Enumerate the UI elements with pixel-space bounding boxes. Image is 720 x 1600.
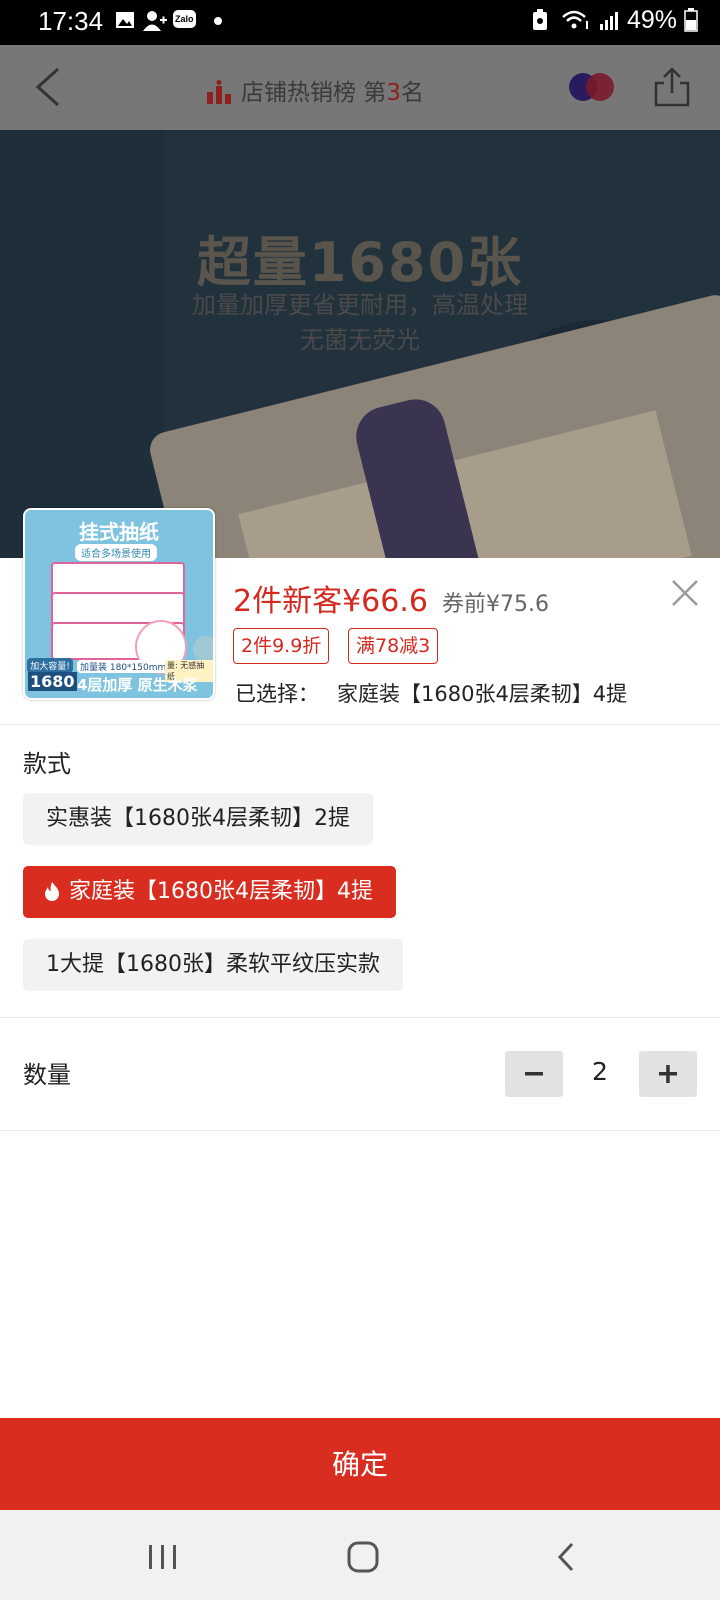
wifi-icon bbox=[562, 10, 589, 29]
selected-summary: 已选择： 家庭装【1680张4层柔韧】4提 bbox=[235, 678, 627, 708]
style-option[interactable]: 实惠装【1680张4层柔韧】2提 bbox=[23, 793, 373, 845]
dot-icon bbox=[214, 17, 222, 25]
price-line: 2件新客¥66.6 券前¥75.6 bbox=[233, 576, 549, 620]
image-icon bbox=[116, 12, 134, 28]
promo-tag: 满78减3 bbox=[348, 628, 439, 664]
divider bbox=[0, 1017, 720, 1018]
hero-subtitle-1: 加量加厚更省更耐用，高温处理 bbox=[192, 291, 528, 319]
quantity-plus-button[interactable] bbox=[639, 1051, 697, 1097]
divider bbox=[0, 724, 720, 725]
product-hero-image: 超量1680张 加量加厚更省更耐用，高温处理 无菌无荧光 bbox=[0, 130, 720, 560]
product-top-nav: 店铺热销榜 第3名 bbox=[0, 45, 720, 130]
promo-tag: 2件9.9折 bbox=[233, 628, 330, 664]
hero-subtitle-2: 无菌无荧光 bbox=[300, 326, 420, 354]
style-option-label: 家庭装【1680张4层柔韧】4提 bbox=[69, 879, 373, 904]
thumb-bottom-text: 4层加厚 原生木浆 bbox=[77, 676, 198, 694]
shop-rank[interactable]: 店铺热销榜 第3名 bbox=[205, 73, 424, 107]
thumb-title: 挂式抽纸 bbox=[79, 520, 159, 544]
style-section-label: 款式 bbox=[23, 750, 71, 778]
style-option-label: 1大提【1680张】柔软平纹压实款 bbox=[46, 952, 380, 977]
divider bbox=[0, 1130, 720, 1131]
rank-number: 3 bbox=[386, 80, 401, 106]
selected-label: 已选择： bbox=[235, 682, 319, 706]
battery-icon bbox=[684, 8, 698, 32]
thumb-size: 加量装 180*150mm bbox=[77, 660, 170, 673]
product-thumbnail[interactable]: 挂式抽纸 适合多场景使用 加大容量! 1680 加量装 180*150mm 量:… bbox=[23, 508, 215, 700]
signal-icon bbox=[600, 12, 619, 30]
price-lead: 2件新客¥66.6 bbox=[233, 584, 428, 619]
quantity-value[interactable]: 2 bbox=[580, 1057, 620, 1086]
system-status: 49% bbox=[532, 6, 698, 35]
back-arrow-icon[interactable] bbox=[30, 65, 70, 109]
plus-icon bbox=[659, 1065, 677, 1083]
battery-percent: 49% bbox=[627, 6, 678, 34]
price-before-coupon: 券前¥75.6 bbox=[441, 592, 549, 617]
rank-icon bbox=[205, 80, 233, 104]
confirm-button[interactable]: 确定 bbox=[0, 1418, 720, 1510]
share-icon[interactable] bbox=[654, 67, 690, 107]
quantity-label: 数量 bbox=[23, 1061, 71, 1089]
system-nav-bar bbox=[0, 1510, 720, 1600]
thumb-subtitle: 适合多场景使用 bbox=[75, 544, 157, 561]
quantity-minus-button[interactable] bbox=[505, 1051, 563, 1097]
back-icon[interactable] bbox=[548, 1540, 588, 1574]
flame-icon bbox=[45, 882, 59, 901]
thumb-badge: 加大容量! bbox=[27, 658, 73, 673]
status-time: 17:34 bbox=[38, 6, 104, 36]
coins-icon[interactable] bbox=[568, 71, 616, 103]
zalo-icon: Zalo bbox=[173, 10, 196, 28]
add-contact-icon bbox=[143, 11, 167, 31]
rank-suffix: 名 bbox=[400, 80, 424, 106]
recent-apps-icon[interactable] bbox=[143, 1540, 183, 1574]
close-icon[interactable] bbox=[670, 578, 700, 608]
style-option[interactable]: 1大提【1680张】柔软平纹压实款 bbox=[23, 939, 403, 991]
battery-saver-icon bbox=[533, 9, 548, 30]
thumb-count: 1680 bbox=[28, 672, 77, 691]
style-option-selected[interactable]: 家庭装【1680张4层柔韧】4提 bbox=[23, 866, 396, 918]
style-option-label: 实惠装【1680张4层柔韧】2提 bbox=[46, 806, 350, 831]
rank-prefix: 店铺热销榜 第 bbox=[241, 80, 387, 106]
selected-value: 家庭装【1680张4层柔韧】4提 bbox=[337, 682, 628, 706]
status-bar: 17:34 Zalo 49% bbox=[0, 0, 720, 45]
home-icon[interactable] bbox=[343, 1540, 383, 1574]
minus-icon bbox=[525, 1072, 543, 1076]
